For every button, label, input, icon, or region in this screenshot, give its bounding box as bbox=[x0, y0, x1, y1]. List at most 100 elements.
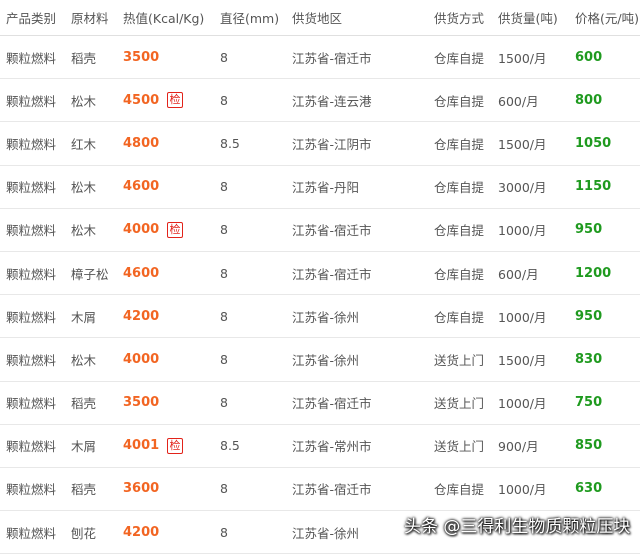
cell-category: 颗粒燃料 bbox=[6, 180, 57, 196]
cell-price: 850 bbox=[575, 438, 603, 454]
cell-diameter: 8.5 bbox=[220, 438, 240, 454]
cell-heat: 4000 bbox=[123, 351, 160, 367]
cell-supply: 1000/月 bbox=[498, 309, 547, 325]
cell-category: 颗粒燃料 bbox=[6, 482, 57, 498]
cell-diameter: 8 bbox=[220, 524, 228, 540]
cell-method: 送货上门 bbox=[434, 396, 485, 412]
cell-heat: 4000 bbox=[123, 222, 160, 238]
cell-material: 木屑 bbox=[71, 439, 97, 455]
cell-price: 1200 bbox=[575, 265, 612, 281]
cell-method: 仓库自提 bbox=[434, 266, 485, 282]
header-diameter: 直径(mm) bbox=[220, 11, 280, 26]
cell-heat: 3600 bbox=[123, 481, 160, 497]
cell-price: 630 bbox=[575, 481, 603, 497]
cell-heat: 4200 bbox=[123, 524, 160, 540]
cell-method: 送货上门 bbox=[434, 439, 485, 455]
cell-price: 600 bbox=[575, 49, 603, 65]
header-heat: 热值(Kcal/Kg) bbox=[123, 11, 205, 26]
header-material: 原材料 bbox=[71, 11, 109, 26]
cell-diameter: 8 bbox=[220, 351, 228, 367]
cell-method: 仓库自提 bbox=[434, 136, 485, 152]
cell-category: 颗粒燃料 bbox=[6, 136, 57, 152]
cell-heat: 4800 bbox=[123, 135, 160, 151]
cell-category: 颗粒燃料 bbox=[6, 525, 57, 541]
cell-material: 稻壳 bbox=[71, 50, 97, 66]
cell-supply: 3000/月 bbox=[498, 180, 547, 196]
cell-category: 颗粒燃料 bbox=[6, 309, 57, 325]
cell-supply: 1000/月 bbox=[498, 223, 547, 239]
cell-material: 松木 bbox=[71, 223, 97, 239]
cell-supply: 1500/月 bbox=[498, 50, 547, 66]
inspected-badge: 检 bbox=[167, 221, 183, 238]
cell-diameter: 8 bbox=[220, 49, 228, 65]
cell-material: 松木 bbox=[71, 93, 97, 109]
table-row[interactable]: 颗粒燃料 红木 4800 8.5 江苏省-江阴市 仓库自提 1500/月 1050 bbox=[0, 122, 640, 166]
table-row[interactable]: 颗粒燃料 松木 4600 8 江苏省-丹阳 仓库自提 3000/月 1150 bbox=[0, 166, 640, 209]
cell-material: 稻壳 bbox=[71, 482, 97, 498]
cell-region: 江苏省-宿迁市 bbox=[292, 50, 372, 66]
cell-supply: 1000/月 bbox=[498, 482, 547, 498]
header-category: 产品类别 bbox=[6, 11, 57, 26]
cell-method: 仓库自提 bbox=[434, 482, 485, 498]
table-row[interactable]: 颗粒燃料 稻壳 3500 8 江苏省-宿迁市 仓库自提 1500/月 600 bbox=[0, 36, 640, 80]
cell-price: 950 bbox=[575, 222, 603, 238]
cell-diameter: 8 bbox=[220, 265, 228, 281]
cell-method: 仓库自提 bbox=[434, 50, 485, 66]
cell-category: 颗粒燃料 bbox=[6, 266, 57, 282]
cell-material: 稻壳 bbox=[71, 396, 97, 412]
cell-heat: 4500 bbox=[123, 92, 160, 108]
cell-diameter: 8 bbox=[220, 481, 228, 497]
cell-diameter: 8 bbox=[220, 179, 228, 195]
cell-supply: 1500/月 bbox=[498, 352, 547, 368]
cell-region: 江苏省-丹阳 bbox=[292, 180, 360, 196]
cell-region: 江苏省-连云港 bbox=[292, 93, 372, 109]
cell-price: 1050 bbox=[575, 135, 612, 151]
cell-diameter: 8 bbox=[220, 395, 228, 411]
watermark-text: 头条 @三得利生物质颗粒压块 bbox=[404, 517, 631, 537]
cell-material: 松木 bbox=[71, 352, 97, 368]
table-row[interactable]: 颗粒燃料 木屑 4200 8 江苏省-徐州 仓库自提 1000/月 950 bbox=[0, 295, 640, 339]
cell-region: 江苏省-宿迁市 bbox=[292, 482, 372, 498]
cell-price: 950 bbox=[575, 308, 603, 324]
cell-price: 1150 bbox=[575, 179, 612, 195]
table-row[interactable]: 颗粒燃料 稻壳 3600 8 江苏省-宿迁市 仓库自提 1000/月 630 bbox=[0, 468, 640, 512]
cell-material: 木屑 bbox=[71, 309, 97, 325]
cell-region: 江苏省-宿迁市 bbox=[292, 266, 372, 282]
cell-supply: 1000/月 bbox=[498, 396, 547, 412]
price-table: 产品类别 原材料 热值(Kcal/Kg) 直径(mm) 供货地区 供货方式 供货… bbox=[0, 0, 640, 554]
cell-diameter: 8 bbox=[220, 222, 228, 238]
cell-diameter: 8.5 bbox=[220, 135, 240, 151]
cell-heat: 3500 bbox=[123, 395, 160, 411]
inspected-badge: 检 bbox=[167, 437, 183, 454]
cell-heat: 4600 bbox=[123, 179, 160, 195]
inspected-badge: 检 bbox=[167, 92, 183, 109]
cell-method: 仓库自提 bbox=[434, 223, 485, 239]
table-row[interactable]: 颗粒燃料 松木 4000 8 江苏省-宿迁市 仓库自提 1000/月 950 检 bbox=[0, 209, 640, 252]
header-method: 供货方式 bbox=[434, 11, 485, 26]
cell-supply: 900/月 bbox=[498, 439, 539, 455]
header-supply: 供货量(吨) bbox=[498, 11, 558, 26]
table-body: 颗粒燃料 稻壳 3500 8 江苏省-宿迁市 仓库自提 1500/月 600 颗粒燃料 松木 450… bbox=[0, 36, 640, 554]
cell-category: 颗粒燃料 bbox=[6, 50, 57, 66]
table-row[interactable]: 颗粒燃料 樟子松 4600 8 江苏省-宿迁市 仓库自提 600/月 1200 bbox=[0, 252, 640, 296]
cell-category: 颗粒燃料 bbox=[6, 93, 57, 109]
cell-price: 800 bbox=[575, 92, 603, 108]
cell-region: 江苏省-徐州 bbox=[292, 352, 360, 368]
table-row[interactable]: 颗粒燃料 木屑 4001 8.5 江苏省-常州市 送货上门 900/月 850 检 bbox=[0, 425, 640, 468]
cell-material: 红木 bbox=[71, 136, 97, 152]
cell-heat: 4600 bbox=[123, 265, 160, 281]
table-row[interactable]: 颗粒燃料 松木 4500 8 江苏省-连云港 仓库自提 600/月 800 检 bbox=[0, 79, 640, 123]
cell-region: 江苏省-徐州 bbox=[292, 525, 360, 541]
cell-region: 江苏省-常州市 bbox=[292, 439, 372, 455]
table-row[interactable]: 颗粒燃料 稻壳 3500 8 江苏省-宿迁市 送货上门 1000/月 750 bbox=[0, 382, 640, 425]
table-row[interactable]: 颗粒燃料 松木 4000 8 江苏省-徐州 送货上门 1500/月 830 bbox=[0, 338, 640, 382]
header-region: 供货地区 bbox=[292, 11, 343, 26]
cell-method: 仓库自提 bbox=[434, 180, 485, 196]
cell-method: 仓库自提 bbox=[434, 309, 485, 325]
cell-price: 750 bbox=[575, 395, 603, 411]
cell-region: 江苏省-徐州 bbox=[292, 309, 360, 325]
cell-heat: 3500 bbox=[123, 49, 160, 65]
cell-region: 江苏省-宿迁市 bbox=[292, 396, 372, 412]
cell-method: 仓库自提 bbox=[434, 93, 485, 109]
cell-supply: 600/月 bbox=[498, 93, 539, 109]
